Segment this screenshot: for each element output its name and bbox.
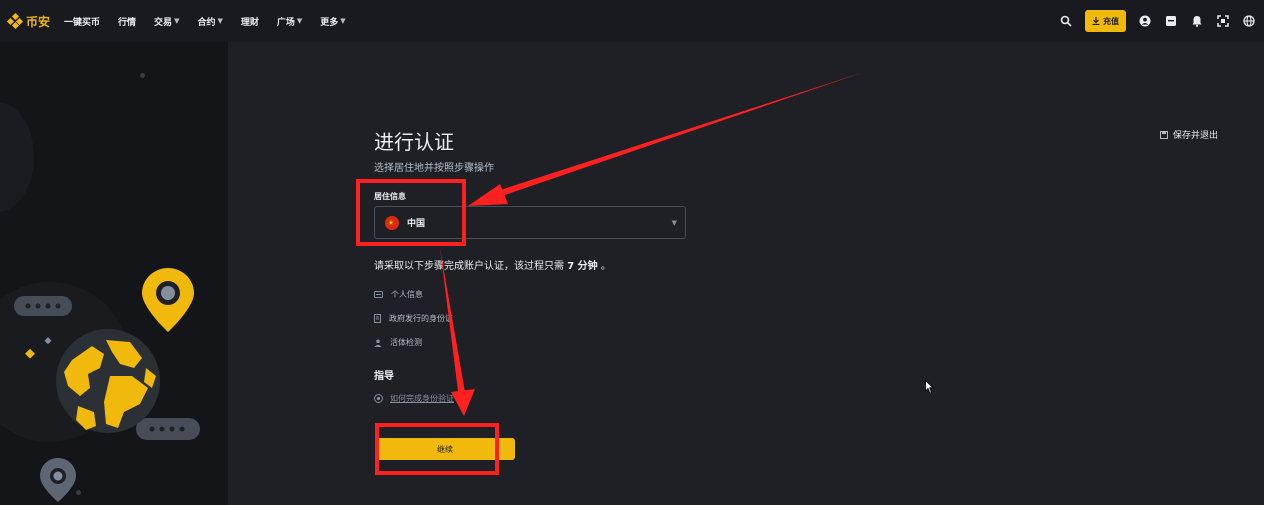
china-flag-icon	[385, 215, 399, 230]
bell-icon[interactable]	[1190, 14, 1204, 28]
nav-item-more[interactable]: 更多 ▼	[320, 15, 345, 28]
document-icon	[374, 314, 381, 323]
header-tools: 充值	[1059, 0, 1256, 42]
brand-logo[interactable]: 币安	[6, 12, 51, 30]
deposit-label: 充值	[1103, 16, 1119, 26]
deposit-button[interactable]: 充值	[1085, 10, 1126, 32]
search-icon[interactable]	[1059, 14, 1073, 28]
chevron-down-icon: ▼	[296, 17, 303, 25]
save-icon	[1160, 130, 1168, 139]
save-and-exit-button[interactable]: 保存并退出	[1160, 128, 1218, 141]
nav-item-futures[interactable]: 合约 ▼	[197, 15, 222, 28]
top-nav-bar: 币安 一键买币 行情 交易 ▼ 合约 ▼ 理财 广场 ▼ 更多 ▼ 充值	[0, 0, 1264, 42]
save-exit-label: 保存并退出	[1173, 131, 1219, 141]
guide-title: 指导	[374, 371, 394, 382]
nav-item-trade[interactable]: 交易 ▼	[154, 15, 179, 28]
nav-item-square[interactable]: 广场 ▼	[277, 15, 302, 28]
step-liveness-check: 活体检测	[374, 337, 422, 348]
main-nav: 一键买币 行情 交易 ▼ 合约 ▼ 理财 广场 ▼ 更多 ▼	[64, 15, 364, 28]
id-card-icon	[374, 291, 383, 298]
nav-item-earn[interactable]: 理财	[241, 15, 259, 28]
binance-logo-icon	[6, 12, 24, 30]
page-title: 进行认证	[374, 130, 454, 154]
download-icon[interactable]	[1216, 14, 1230, 28]
residence-select[interactable]: 中国 ▼	[374, 206, 686, 239]
step-personal-info: 个人信息	[374, 289, 423, 300]
brand-name: 币安	[26, 14, 51, 29]
deposit-icon	[1092, 17, 1100, 25]
verification-main: 保存并退出 进行认证 选择居住地并按照步骤操作 居住信息 中国 ▼ 请采取以下步…	[228, 42, 1264, 505]
continue-button[interactable]: 继续	[375, 438, 515, 460]
residence-label: 居住信息	[374, 192, 406, 201]
illustration-panel	[0, 42, 228, 505]
verification-note: 请采取以下步骤完成账户认证，该过程只需 7 分钟 。	[374, 261, 611, 272]
chevron-down-icon: ▼	[217, 17, 223, 25]
residence-value: 中国	[407, 219, 426, 229]
estimated-time: 7 分钟	[567, 261, 598, 272]
nav-item-markets[interactable]: 行情	[118, 15, 136, 28]
user-icon[interactable]	[1138, 14, 1152, 28]
person-icon	[374, 339, 382, 347]
guide-link[interactable]: 如何完成身份验证	[374, 393, 454, 404]
mouse-cursor-icon	[925, 380, 934, 394]
chevron-down-icon: ▼	[340, 17, 346, 25]
orders-icon[interactable]	[1164, 14, 1178, 28]
step-government-id: 政府发行的身份证	[374, 313, 453, 324]
globe-illustration	[14, 268, 200, 502]
play-circle-icon	[374, 394, 383, 403]
globe-icon[interactable]	[1242, 14, 1256, 28]
chevron-down-icon: ▼	[671, 219, 677, 227]
page-subtitle: 选择居住地并按照步骤操作	[374, 163, 494, 174]
chevron-down-icon: ▼	[174, 17, 180, 25]
nav-item-buy-crypto[interactable]: 一键买币	[64, 15, 100, 28]
